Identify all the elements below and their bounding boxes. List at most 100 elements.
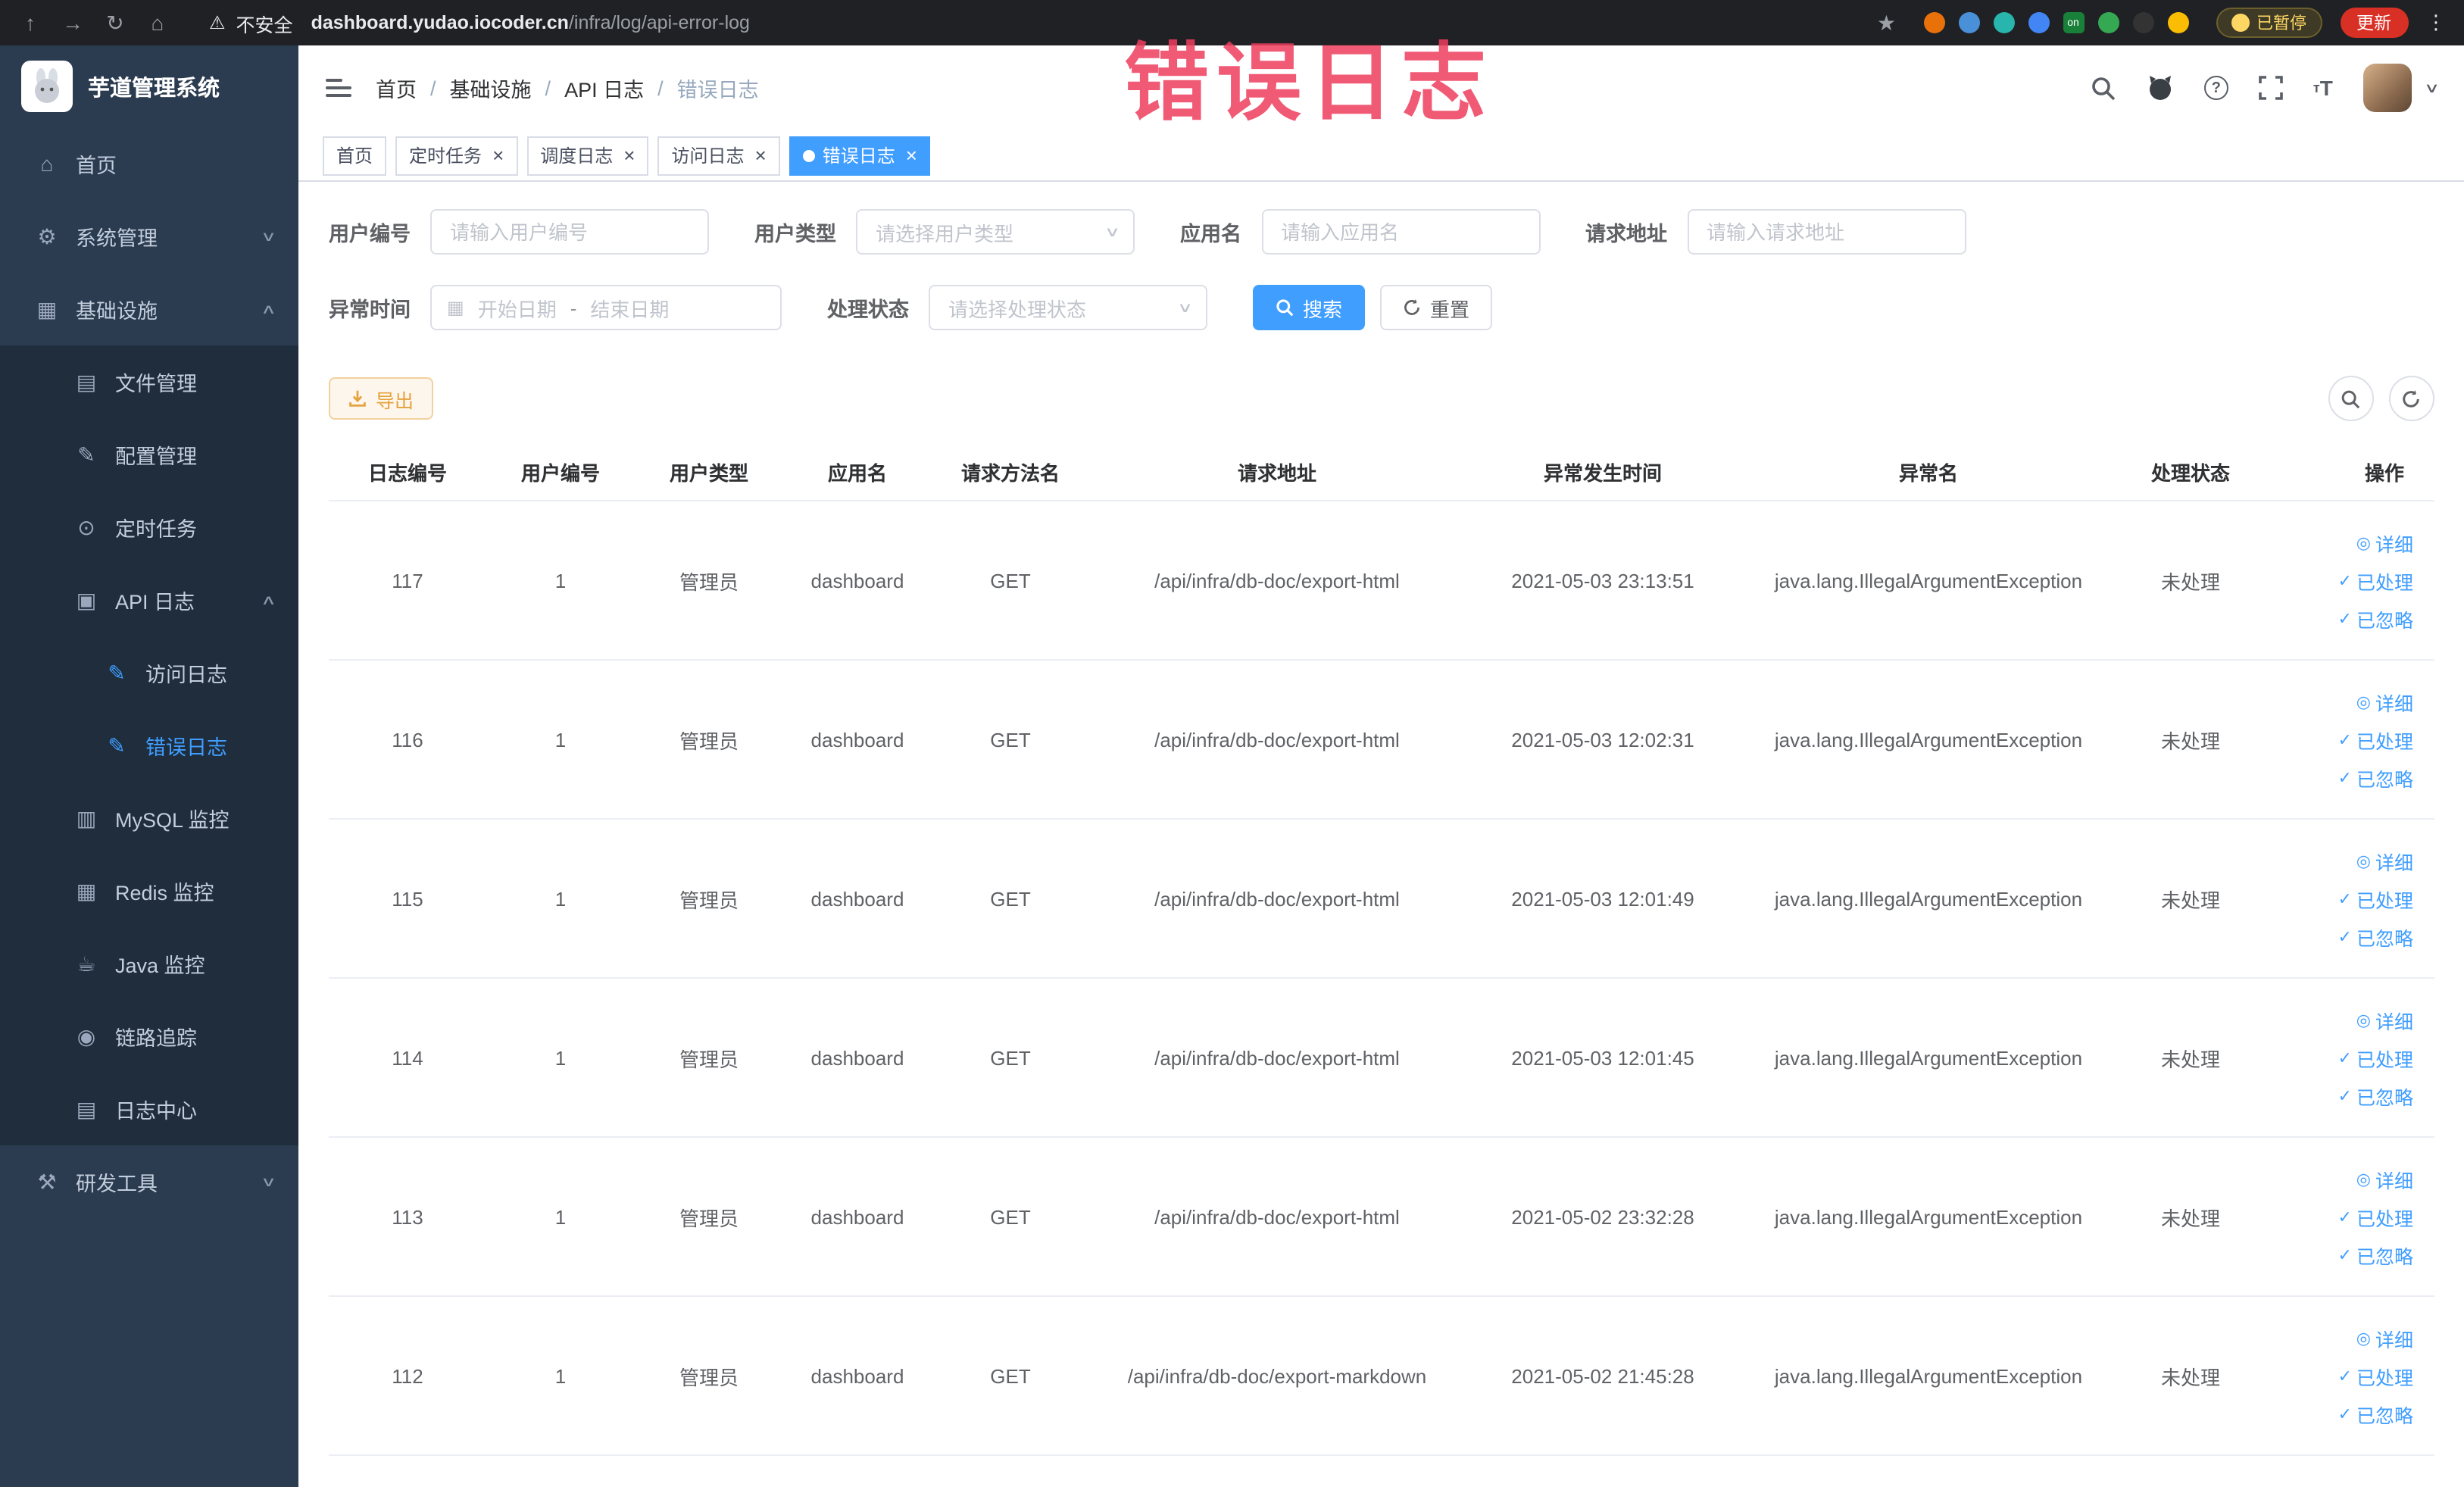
action-label: 详细: [2375, 1329, 2413, 1351]
browser-update-button[interactable]: 更新: [2340, 8, 2408, 38]
address-bar[interactable]: dashboard.yudao.iocoder.cn/infra/log/api…: [311, 12, 750, 33]
breadcrumb-item[interactable]: 基础设施: [450, 73, 532, 103]
fullscreen-icon[interactable]: [2259, 76, 2283, 100]
chevron-down-icon[interactable]: ∨: [2424, 80, 2440, 96]
action-label: 详细: [2375, 852, 2413, 873]
collapse-sidebar-icon[interactable]: [326, 79, 351, 97]
process-status-placeholder: 请选择处理状态: [948, 298, 1087, 320]
help-icon[interactable]: ?: [2203, 76, 2228, 100]
forward-icon[interactable]: →: [61, 11, 85, 35]
action-ignored[interactable]: ✓ 已忽略: [2338, 763, 2413, 792]
user-type-select[interactable]: 请选择用户类型 ∨: [856, 209, 1135, 255]
close-icon[interactable]: ×: [492, 145, 504, 165]
action-ignored[interactable]: ✓ 已忽略: [2338, 922, 2413, 951]
exception-time-label: 异常时间: [329, 298, 411, 321]
sidebar-logo[interactable]: 芋道管理系统: [0, 45, 298, 127]
extension-icon[interactable]: [2167, 12, 2188, 33]
action-ignored[interactable]: ✓ 已忽略: [2338, 1240, 2413, 1269]
search-button[interactable]: 搜索: [1253, 285, 1366, 330]
reset-button[interactable]: 重置: [1380, 285, 1493, 330]
cell-error-time: 2021-05-02 21:45:28: [1511, 1364, 1694, 1387]
action-processed[interactable]: ✓ 已处理: [2338, 725, 2413, 754]
github-icon[interactable]: [2147, 74, 2174, 102]
sidebar-item-trace[interactable]: ◉ 链路追踪: [0, 1000, 298, 1073]
sidebar-item-file[interactable]: ▤ 文件管理: [0, 345, 298, 418]
cell-user-id: 1: [554, 1364, 567, 1387]
action-processed[interactable]: ✓ 已处理: [2338, 884, 2413, 913]
navbar-actions: ? тT ∨: [2091, 64, 2440, 112]
action-ignored[interactable]: ✓ 已忽略: [2338, 1399, 2413, 1428]
action-processed[interactable]: ✓ 已处理: [2338, 1202, 2413, 1231]
sidebar-item-java[interactable]: ☕ Java 监控: [0, 927, 298, 1000]
app-name-input[interactable]: [1261, 209, 1540, 255]
sidebar-item-api-log[interactable]: ▣ API 日志 ∧: [0, 564, 298, 636]
action-label: 已忽略: [2356, 1405, 2413, 1426]
extension-icon[interactable]: [1993, 12, 2014, 33]
tab-label: 错误日志: [822, 145, 895, 167]
action-detail[interactable]: ◎ 详细: [2356, 1323, 2413, 1352]
action-detail[interactable]: ◎ 详细: [2356, 1005, 2413, 1034]
font-size-icon[interactable]: тT: [2313, 76, 2333, 100]
date-range-picker[interactable]: ▦ 开始日期 - 结束日期: [430, 285, 782, 330]
sidebar-item-log-center[interactable]: ▤ 日志中心: [0, 1073, 298, 1145]
extension-icon[interactable]: [1923, 12, 1944, 33]
paused-extension-badge[interactable]: 已暂停: [2216, 8, 2322, 38]
tab-job-log[interactable]: 调度日志 ×: [526, 136, 649, 175]
check-icon: ✓: [2338, 572, 2352, 590]
sidebar-item-config[interactable]: ✎ 配置管理: [0, 418, 298, 491]
user-id-input[interactable]: [430, 209, 709, 255]
home-icon[interactable]: ⌂: [145, 11, 170, 35]
action-label: 已忽略: [2356, 928, 2413, 949]
action-ignored[interactable]: ✓ 已忽略: [2338, 1081, 2413, 1110]
action-detail[interactable]: ◎ 详细: [2356, 846, 2413, 875]
action-processed[interactable]: ✓ 已处理: [2338, 1361, 2413, 1390]
sidebar-item-infra[interactable]: ▦ 基础设施 ∧: [0, 273, 298, 345]
extension-icon[interactable]: [2097, 12, 2119, 33]
action-ignored[interactable]: ✓ 已忽略: [2338, 604, 2413, 633]
export-button[interactable]: 导出: [329, 377, 434, 420]
close-icon[interactable]: ×: [623, 145, 635, 165]
search-button-label: 搜索: [1303, 298, 1343, 320]
sidebar-item-job[interactable]: ⊙ 定时任务: [0, 491, 298, 564]
chrome-menu-icon[interactable]: ⋮: [2426, 11, 2446, 35]
bookmark-star-icon[interactable]: ★: [1877, 10, 1896, 36]
extension-icon[interactable]: on: [2063, 12, 2084, 33]
hide-search-icon[interactable]: [2328, 376, 2373, 421]
user-avatar[interactable]: [2363, 64, 2412, 112]
action-detail[interactable]: ◎ 详细: [2356, 1164, 2413, 1193]
action-processed[interactable]: ✓ 已处理: [2338, 566, 2413, 595]
column-header: 用户编号: [520, 461, 600, 484]
tab-error-log[interactable]: 错误日志 ×: [789, 136, 931, 175]
sidebar-item-home[interactable]: ⌂ 首页: [0, 127, 298, 200]
request-url-input[interactable]: [1687, 209, 1966, 255]
extension-icon[interactable]: [1958, 12, 1979, 33]
back-icon[interactable]: ↑: [18, 11, 42, 35]
process-status-select[interactable]: 请选择处理状态 ∨: [929, 285, 1207, 330]
sidebar-item-redis[interactable]: ▦ Redis 监控: [0, 854, 298, 927]
action-detail[interactable]: ◎ 详细: [2356, 528, 2413, 557]
close-icon[interactable]: ×: [755, 145, 767, 165]
reload-icon[interactable]: ↻: [103, 10, 127, 36]
sidebar-item-dev-tools[interactable]: ⚒ 研发工具 ∨: [0, 1145, 298, 1218]
sidebar-item-access-log[interactable]: ✎ 访问日志: [0, 636, 298, 709]
extension-icon[interactable]: [2132, 12, 2153, 33]
action-processed[interactable]: ✓ 已处理: [2338, 1043, 2413, 1072]
sidebar-item-error-log[interactable]: ✎ 错误日志: [0, 709, 298, 782]
user-id-label: 用户编号: [329, 223, 411, 245]
search-icon[interactable]: [2091, 75, 2116, 101]
site-security[interactable]: ⚠ 不安全: [209, 8, 293, 37]
sidebar-item-system[interactable]: ⚙ 系统管理 ∨: [0, 200, 298, 273]
tab-job[interactable]: 定时任务 ×: [395, 136, 518, 175]
breadcrumb-item[interactable]: API 日志: [564, 73, 644, 103]
column-header: 异常发生时间: [1543, 461, 1662, 484]
close-icon[interactable]: ×: [906, 145, 917, 165]
action-detail[interactable]: ◎ 详细: [2356, 687, 2413, 716]
cell-error-time: 2021-05-03 23:13:51: [1511, 569, 1694, 592]
tab-home[interactable]: 首页: [323, 136, 387, 175]
tab-access-log[interactable]: 访问日志 ×: [657, 136, 780, 175]
user-type-placeholder: 请选择用户类型: [876, 222, 1014, 245]
refresh-icon[interactable]: [2388, 376, 2434, 421]
extension-icon[interactable]: [2028, 12, 2049, 33]
breadcrumb-item[interactable]: 首页: [376, 73, 417, 103]
sidebar-item-mysql[interactable]: ▥ MySQL 监控: [0, 782, 298, 854]
